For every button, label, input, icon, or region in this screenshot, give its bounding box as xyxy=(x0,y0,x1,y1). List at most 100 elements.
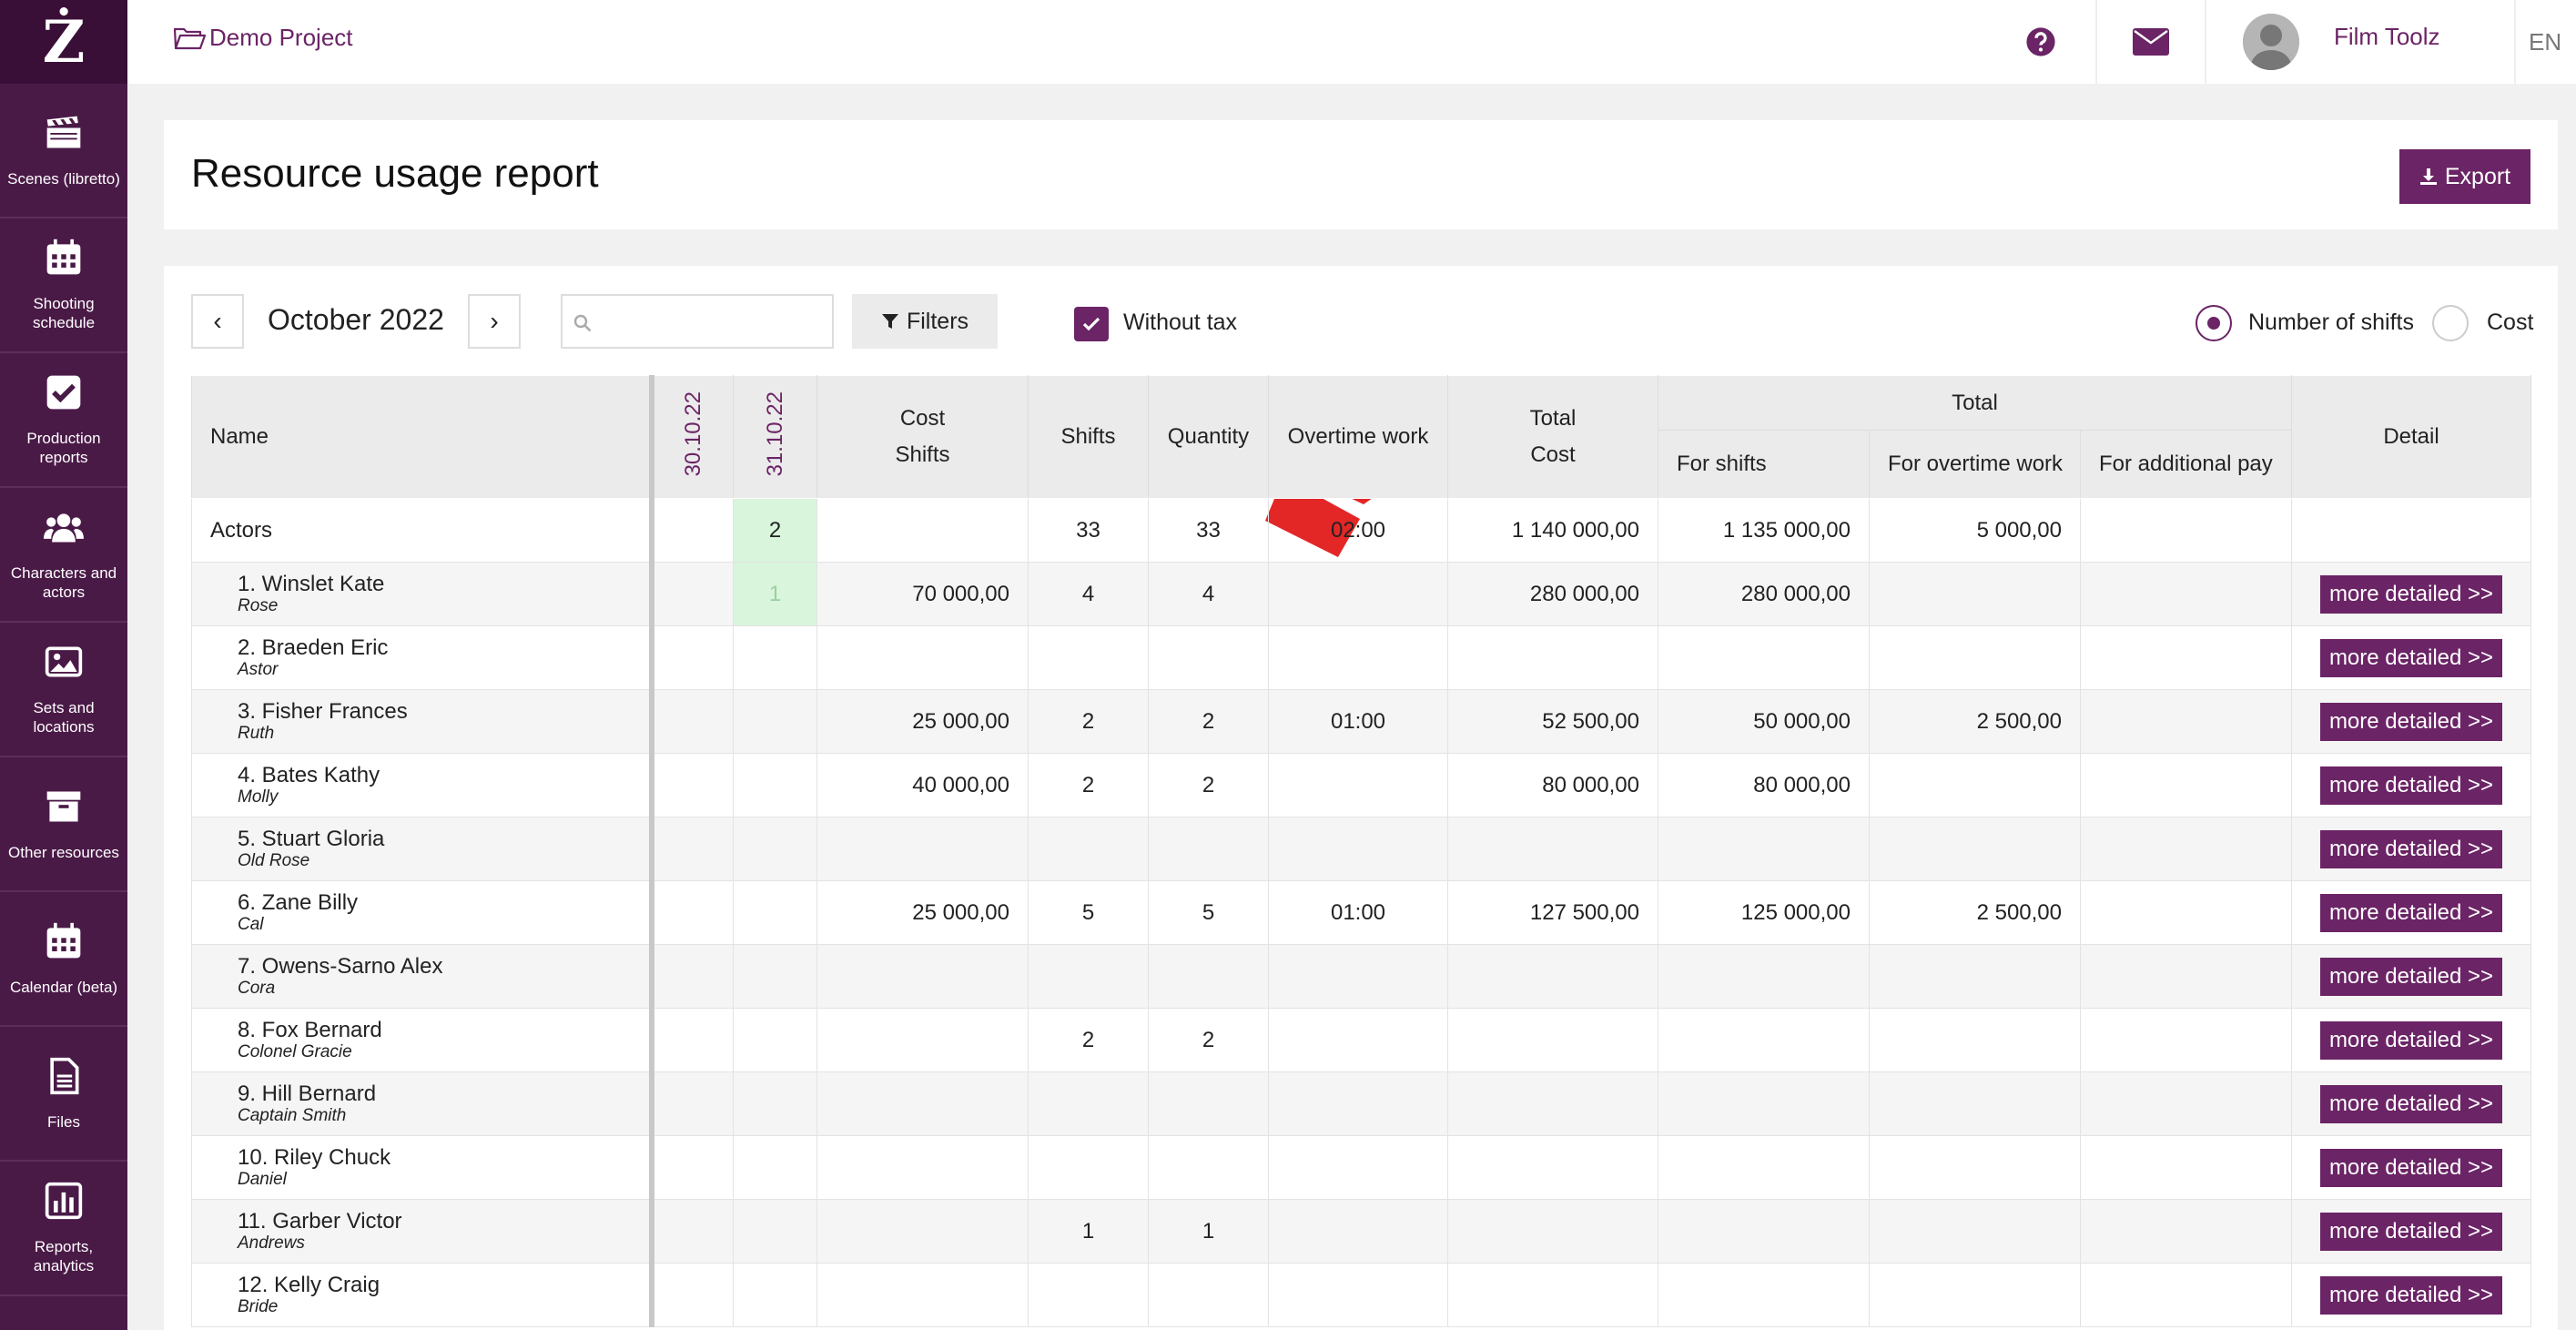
sidebar-item-shooting-schedule[interactable]: Shooting schedule xyxy=(0,218,127,353)
more-detailed-button[interactable]: more detailed >> xyxy=(2320,638,2502,677)
cell-date-1 xyxy=(651,1071,734,1136)
radio-cost[interactable] xyxy=(2432,305,2469,341)
sidebar-item-reports[interactable]: Reports, analytics xyxy=(0,1162,127,1296)
sidebar-item-characters[interactable]: Characters and actors xyxy=(0,488,127,623)
next-month-button[interactable]: › xyxy=(468,294,521,349)
more-detailed-button[interactable]: more detailed >> xyxy=(2320,829,2502,868)
role-name: Ruth xyxy=(238,723,275,743)
cell-cost xyxy=(816,1263,1029,1327)
cell-date-1 xyxy=(651,689,734,754)
sidebar-item-other-resources[interactable]: Other resources xyxy=(0,757,127,892)
cell-date-2 xyxy=(733,880,817,945)
more-detailed-button[interactable]: more detailed >> xyxy=(2320,766,2502,805)
cell-shifts: 1 xyxy=(1028,1199,1149,1264)
table-row: 11. Garber Victor Andrews 1 1 more detailed … xyxy=(191,1199,2531,1264)
sidebar-item-calendar[interactable]: Calendar (beta) xyxy=(0,892,127,1027)
more-detailed-button[interactable]: more detailed >> xyxy=(2320,1275,2502,1315)
more-detailed-button[interactable]: more detailed >> xyxy=(2320,574,2502,614)
actor-name[interactable]: 3. Fisher Frances xyxy=(238,699,649,724)
actor-cell: 3. Fisher Frances Ruth xyxy=(191,689,654,754)
actor-name[interactable]: 9. Hill Bernard xyxy=(238,1081,649,1106)
messages-button[interactable] xyxy=(2095,0,2205,84)
table-row: 1. Winslet Kate Rose 1 70 000,00 4 4 280 000,0… xyxy=(191,562,2531,626)
radio-number-of-shifts[interactable] xyxy=(2196,305,2232,341)
actor-cell: 11. Garber Victor Andrews xyxy=(191,1199,654,1264)
sidebar-item-scenes[interactable]: Scenes (libretto) xyxy=(0,84,127,218)
table-row: 6. Zane Billy Cal 25 000,00 5 5 01:00 127 500,… xyxy=(191,880,2531,945)
more-detailed-button[interactable]: more detailed >> xyxy=(2320,1020,2502,1060)
cell-detail: more detailed >> xyxy=(2291,944,2531,1009)
cell-for-overtime xyxy=(1869,625,2081,690)
language-switcher[interactable]: EN xyxy=(2514,0,2576,84)
folder-open-icon xyxy=(173,27,206,49)
header-for-shifts: For shifts xyxy=(1658,430,1870,499)
more-detailed-button[interactable]: more detailed >> xyxy=(2320,702,2502,741)
table-row: 8. Fox Bernard Colonel Gracie 2 2 more detai… xyxy=(191,1008,2531,1072)
cell-for-overtime xyxy=(1869,944,2081,1009)
header-name[interactable]: Name xyxy=(191,375,654,499)
cell-for-additional xyxy=(2080,498,2292,563)
cell-total-cost: 127 500,00 xyxy=(1447,880,1658,945)
actor-name[interactable]: 1. Winslet Kate xyxy=(238,572,649,596)
actor-name[interactable]: 2. Braeden Eric xyxy=(238,635,649,660)
cell-detail xyxy=(2291,498,2531,563)
sidebar-item-label: Files xyxy=(47,1112,80,1131)
sidebar-item-production-reports[interactable]: Production reports xyxy=(0,353,127,488)
actor-name[interactable]: 10. Riley Chuck xyxy=(238,1145,649,1170)
cell-date-2 xyxy=(733,944,817,1009)
actor-name[interactable]: 11. Garber Victor xyxy=(238,1209,649,1234)
avatar xyxy=(2243,14,2299,70)
cell-total-cost xyxy=(1447,817,1658,881)
help-button[interactable] xyxy=(1986,0,2095,84)
actor-name[interactable]: 7. Owens-Sarno Alex xyxy=(238,954,649,979)
cell-overtime: 01:00 xyxy=(1268,880,1448,945)
cell-cost xyxy=(816,498,1029,563)
actor-name[interactable]: 5. Stuart Gloria xyxy=(238,827,649,851)
cell-for-overtime xyxy=(1869,1199,2081,1264)
cell-total-cost xyxy=(1447,1135,1658,1200)
more-detailed-button[interactable]: more detailed >> xyxy=(2320,1084,2502,1123)
sidebar-item-sets-locations[interactable]: Sets and locations xyxy=(0,623,127,757)
cell-overtime: 02:00 xyxy=(1268,498,1448,563)
project-link[interactable]: Demo Project xyxy=(173,24,353,52)
cell-overtime xyxy=(1268,1135,1448,1200)
cell-for-additional xyxy=(2080,1199,2292,1264)
more-detailed-button[interactable]: more detailed >> xyxy=(2320,1212,2502,1251)
sidebar-item-files[interactable]: Files xyxy=(0,1027,127,1162)
prev-month-button[interactable]: ‹ xyxy=(191,294,244,349)
header-date-1: 30.10.22 xyxy=(651,375,734,499)
header-total-cost: Total Cost xyxy=(1447,375,1658,499)
cell-detail: more detailed >> xyxy=(2291,817,2531,881)
checkbox-icon xyxy=(46,375,81,410)
more-detailed-button[interactable]: more detailed >> xyxy=(2320,957,2502,996)
header-overtime: Overtime work xyxy=(1268,375,1448,499)
cell-date-1 xyxy=(651,562,734,626)
cell-shifts xyxy=(1028,1263,1149,1327)
cell-shifts: 2 xyxy=(1028,1008,1149,1072)
cell-date-1 xyxy=(651,1008,734,1072)
export-button[interactable]: Export xyxy=(2399,149,2530,204)
calendar-icon xyxy=(46,922,81,958)
role-name: Rose xyxy=(238,595,279,615)
cell-for-additional xyxy=(2080,562,2292,626)
cell-date-2 xyxy=(733,1199,817,1264)
actor-name[interactable]: 12. Kelly Craig xyxy=(238,1273,649,1297)
user-menu[interactable]: Film Toolz xyxy=(2205,0,2514,84)
table-row: 2. Braeden Eric Astor more detailed >> xyxy=(191,625,2531,690)
role-name: Bride xyxy=(238,1296,279,1316)
cell-for-overtime: 2 500,00 xyxy=(1869,880,2081,945)
filters-button[interactable]: Filters xyxy=(852,294,998,349)
search-input[interactable] xyxy=(561,294,834,349)
more-detailed-button[interactable]: more detailed >> xyxy=(2320,1148,2502,1187)
sidebar: Ż Scenes (libretto) Shooting schedule Pr… xyxy=(0,0,127,1330)
without-tax-checkbox[interactable] xyxy=(1074,307,1109,341)
cell-shifts: 5 xyxy=(1028,880,1149,945)
actor-name[interactable]: 8. Fox Bernard xyxy=(238,1018,649,1042)
cell-date-2: 2 xyxy=(733,498,817,563)
actor-name[interactable]: 6. Zane Billy xyxy=(238,890,649,915)
more-detailed-button[interactable]: more detailed >> xyxy=(2320,893,2502,932)
app-logo[interactable]: Ż xyxy=(0,0,127,84)
cell-date-2 xyxy=(733,1135,817,1200)
actor-cell: 8. Fox Bernard Colonel Gracie xyxy=(191,1008,654,1072)
actor-name[interactable]: 4. Bates Kathy xyxy=(238,763,649,787)
